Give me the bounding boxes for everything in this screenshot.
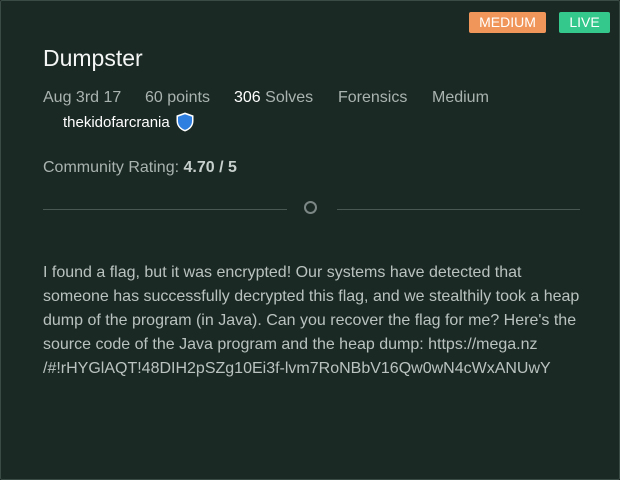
divider-circle-icon: [304, 201, 317, 214]
challenge-category: Forensics: [338, 89, 408, 106]
divider-right: [337, 209, 580, 210]
challenge-difficulty: Medium: [432, 89, 489, 106]
solves-label: Solves: [265, 89, 314, 106]
author-name: thekidofarcrania: [63, 113, 170, 131]
shield-icon: [174, 111, 196, 133]
rating-value: 4.70 / 5: [183, 159, 237, 176]
author-link[interactable]: thekidofarcrania: [63, 111, 196, 133]
community-rating: Community Rating: 4.70 / 5: [43, 159, 237, 177]
divider-left: [43, 209, 287, 210]
challenge-description: I found a flag, but it was encrypted! Ou…: [43, 264, 580, 377]
difficulty-badge: MEDIUM: [469, 12, 546, 33]
solves-count: 306: [234, 89, 266, 106]
status-badge: LIVE: [559, 12, 610, 33]
rating-label: Community Rating:: [43, 159, 184, 176]
challenge-card: MEDIUM LIVE Dumpster Aug 3rd 17 60 point…: [0, 0, 620, 480]
solves-stat[interactable]: 306 Solves: [234, 89, 313, 107]
challenge-title: Dumpster: [43, 45, 143, 71]
challenge-points: 60 points: [145, 89, 210, 106]
challenge-date: Aug 3rd 17: [43, 89, 122, 106]
